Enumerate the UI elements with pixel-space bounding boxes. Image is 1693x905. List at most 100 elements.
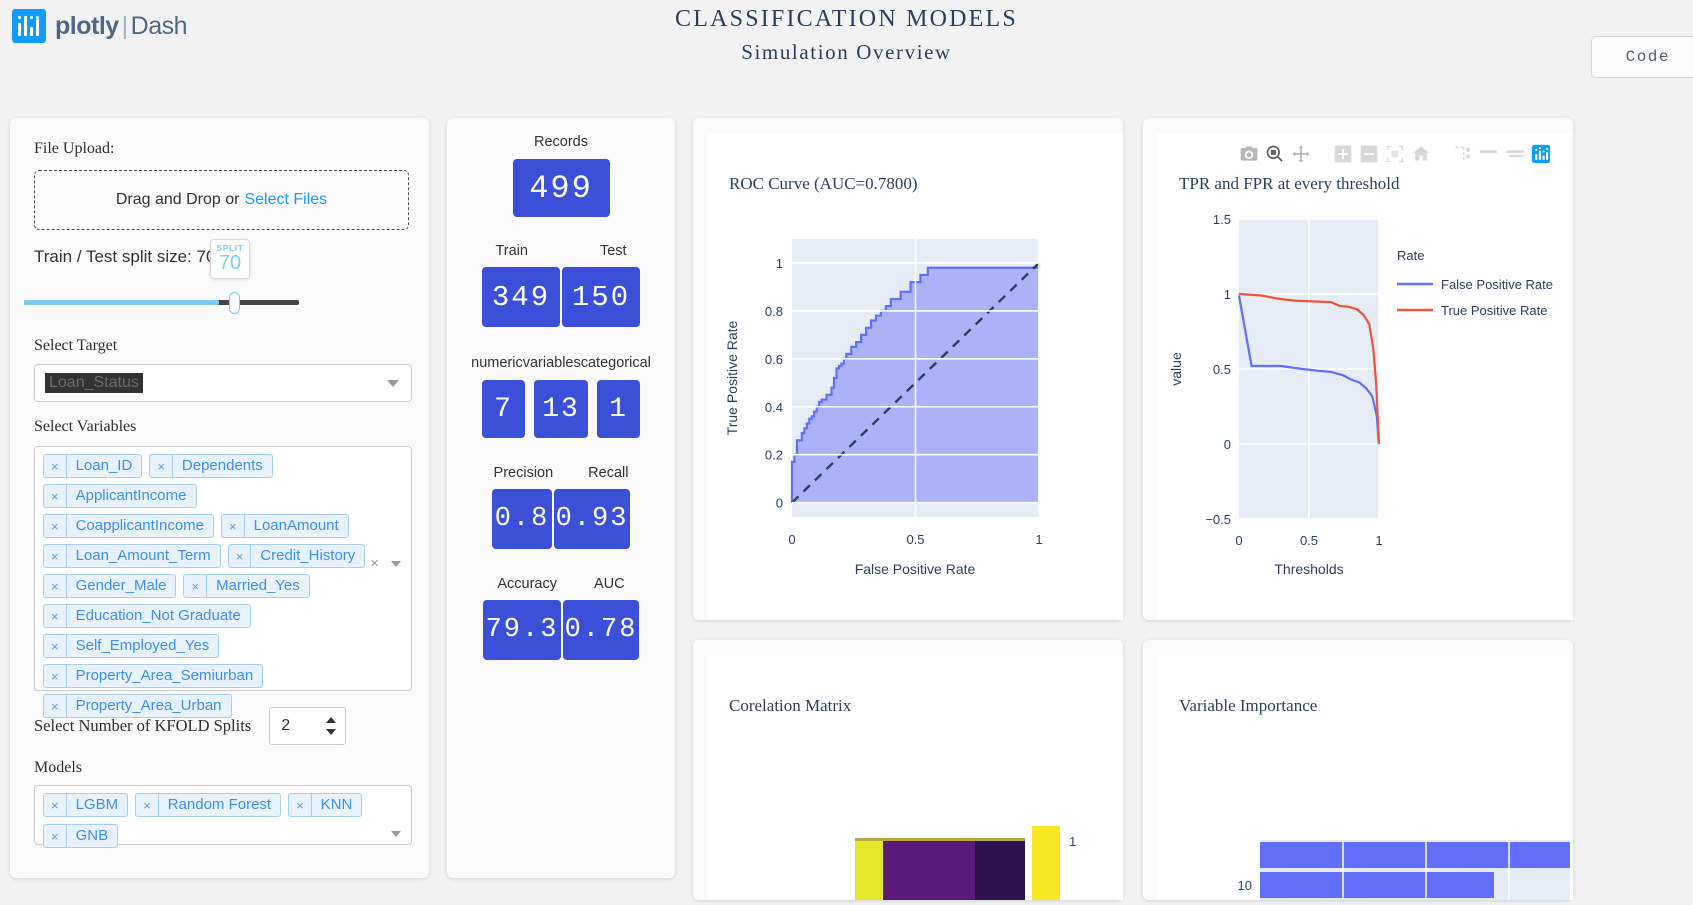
code-button[interactable]: Code xyxy=(1590,36,1693,78)
tpr-xtick: 0.5 xyxy=(1300,533,1318,548)
tag-label: ApplicantIncome xyxy=(75,487,187,504)
stepper-down-icon[interactable] xyxy=(326,729,337,735)
tpr-fpr-chart[interactable]: TPR and FPR at every threshold −0.5 0 0.… xyxy=(1157,134,1573,620)
variable-tag[interactable]: × CoapplicantIncome xyxy=(43,514,215,538)
model-tag[interactable]: × Random Forest xyxy=(135,793,282,817)
categorical-label: categorical xyxy=(580,355,651,371)
variable-importance-chart[interactable]: Variable Importance 10 xyxy=(1157,656,1573,900)
model-tag[interactable]: × KNN xyxy=(288,793,363,817)
tag-label: Married_Yes xyxy=(216,577,300,594)
variable-tag[interactable]: × Dependents xyxy=(149,454,273,478)
test-label: Test xyxy=(599,243,627,259)
variable-tag[interactable]: × Loan_ID xyxy=(43,454,143,478)
variable-tag[interactable]: × Self_Employed_Yes xyxy=(43,634,220,658)
zoom-icon[interactable] xyxy=(1265,144,1285,164)
variable-tag[interactable]: × Loan_Amount_Term xyxy=(43,544,221,568)
page-title: CLASSIFICATION MODELS xyxy=(675,6,1018,32)
roc-chart[interactable]: ROC Curve (AUC=0.7800) 0 0.2 0.4 0.6 0.8 1 0 0.… xyxy=(707,134,1123,620)
variable-tag[interactable]: × Married_Yes xyxy=(183,574,310,598)
autoscale-icon[interactable] xyxy=(1385,144,1405,164)
roc-xtick: 0 xyxy=(788,532,795,547)
chevron-down-icon[interactable] xyxy=(391,560,401,567)
chevron-down-icon[interactable] xyxy=(387,380,399,387)
correlation-chart[interactable]: Corelation Matrix 1 xyxy=(707,656,1123,900)
legend-item-label: False Positive Rate xyxy=(1441,277,1553,292)
zoom-in-icon[interactable] xyxy=(1333,144,1353,164)
remove-tag-icon[interactable]: × xyxy=(44,695,67,717)
roc-yaxis-title: True Positive Rate xyxy=(724,320,740,435)
kfold-stepper[interactable]: 2 xyxy=(269,707,347,745)
recall-value: 0.93 xyxy=(554,489,630,549)
home-icon[interactable] xyxy=(1411,144,1431,164)
select-target-label: Select Target xyxy=(34,337,118,354)
remove-tag-icon[interactable]: × xyxy=(44,515,67,537)
variables-count-label: variables xyxy=(522,355,581,371)
remove-tag-icon[interactable]: × xyxy=(222,515,245,537)
remove-tag-icon[interactable]: × xyxy=(44,665,67,687)
roc-xtick: 0.5 xyxy=(906,532,924,547)
roc-chart-svg: 00.20.40.60.810 0.5 1 False Positive Rate … xyxy=(724,239,1043,577)
remove-tag-icon[interactable]: × xyxy=(44,455,67,477)
slider-handle[interactable] xyxy=(229,292,240,314)
camera-icon[interactable] xyxy=(1239,144,1259,164)
stepper-up-icon[interactable] xyxy=(326,717,337,723)
tpr-xtick: 1 xyxy=(1375,533,1382,548)
remove-tag-icon[interactable]: × xyxy=(44,575,67,597)
hover-closest-icon[interactable] xyxy=(1505,144,1525,164)
select-files-link[interactable]: Select Files xyxy=(244,191,327,209)
train-value: 349 xyxy=(482,267,560,327)
remove-tag-icon[interactable]: × xyxy=(44,485,67,507)
chevron-down-icon[interactable] xyxy=(391,831,401,837)
numeric-label: numeric xyxy=(471,355,523,371)
remove-tag-icon[interactable]: × xyxy=(184,575,208,597)
variable-tag[interactable]: × Gender_Male xyxy=(43,574,177,598)
roc-chart-title: ROC Curve (AUC=0.7800) xyxy=(729,174,918,193)
variable-tag[interactable]: × LoanAmount xyxy=(221,514,349,538)
train-test-slider[interactable]: SPLIT 70 xyxy=(24,239,409,321)
models-multiselect[interactable]: × LGBM × Random Forest × KNN × GNB xyxy=(34,785,412,848)
roc-xtick: 1 xyxy=(1035,532,1042,547)
roc-ytick: 0.4 xyxy=(765,400,783,415)
variable-importance-chart-svg: 10 xyxy=(1238,840,1570,900)
tpr-ytick: 0 xyxy=(1224,437,1231,452)
varimp-ytick: 10 xyxy=(1238,878,1252,893)
file-dropzone[interactable]: Drag and Drop or Select Files xyxy=(34,170,409,230)
variable-tag[interactable]: × ApplicantIncome xyxy=(43,484,197,508)
model-tag[interactable]: × LGBM xyxy=(43,793,129,817)
remove-tag-icon[interactable]: × xyxy=(229,545,252,567)
tpr-fpr-chart-card: TPR and FPR at every threshold −0.5 0 0.… xyxy=(1143,118,1573,620)
roc-ytick: 0 xyxy=(776,496,783,511)
remove-tag-icon[interactable]: × xyxy=(44,545,67,567)
remove-tag-icon[interactable]: × xyxy=(150,455,173,477)
categorical-value: 1 xyxy=(597,380,640,438)
variable-tag[interactable]: × Credit_History xyxy=(227,544,366,568)
precision-label: Precision xyxy=(493,465,554,481)
hover-compare-icon[interactable] xyxy=(1479,144,1499,164)
spike-lines-icon[interactable] xyxy=(1453,144,1473,164)
remove-tag-icon[interactable]: × xyxy=(44,794,67,816)
remove-tag-icon[interactable]: × xyxy=(44,635,67,657)
variable-tag[interactable]: × Education_Not Graduate xyxy=(43,604,251,628)
records-label: Records xyxy=(534,134,588,150)
pan-icon[interactable] xyxy=(1291,144,1311,164)
remove-tag-icon[interactable]: × xyxy=(44,825,67,847)
variable-tag[interactable]: × Property_Area_Semiurban xyxy=(43,664,264,688)
plotly-modebar[interactable] xyxy=(1239,144,1551,164)
variables-multiselect[interactable]: × Loan_ID × Dependents × ApplicantIncome × Coap… xyxy=(34,446,412,718)
plotly-logo-icon[interactable] xyxy=(1531,144,1551,164)
remove-tag-icon[interactable]: × xyxy=(136,794,159,816)
variable-importance-chart-card: Variable Importance 10 xyxy=(1143,640,1573,900)
tpr-fpr-chart-title: TPR and FPR at every threshold xyxy=(1179,174,1400,193)
remove-tag-icon[interactable]: × xyxy=(44,605,67,627)
clear-all-icon[interactable]: × xyxy=(370,555,379,572)
roc-ytick: 0.6 xyxy=(765,352,783,367)
variable-tag[interactable]: × Property_Area_Urban xyxy=(43,694,232,718)
target-dropdown[interactable]: Loan_Status xyxy=(34,364,412,402)
tag-label: Property_Area_Semiurban xyxy=(75,667,254,684)
remove-tag-icon[interactable]: × xyxy=(289,794,312,816)
zoom-out-icon[interactable] xyxy=(1359,144,1379,164)
variables-controls: × xyxy=(370,555,401,572)
tag-label: Loan_Amount_Term xyxy=(75,547,211,564)
records-value: 499 xyxy=(512,159,610,217)
model-tag[interactable]: × GNB xyxy=(43,824,119,848)
